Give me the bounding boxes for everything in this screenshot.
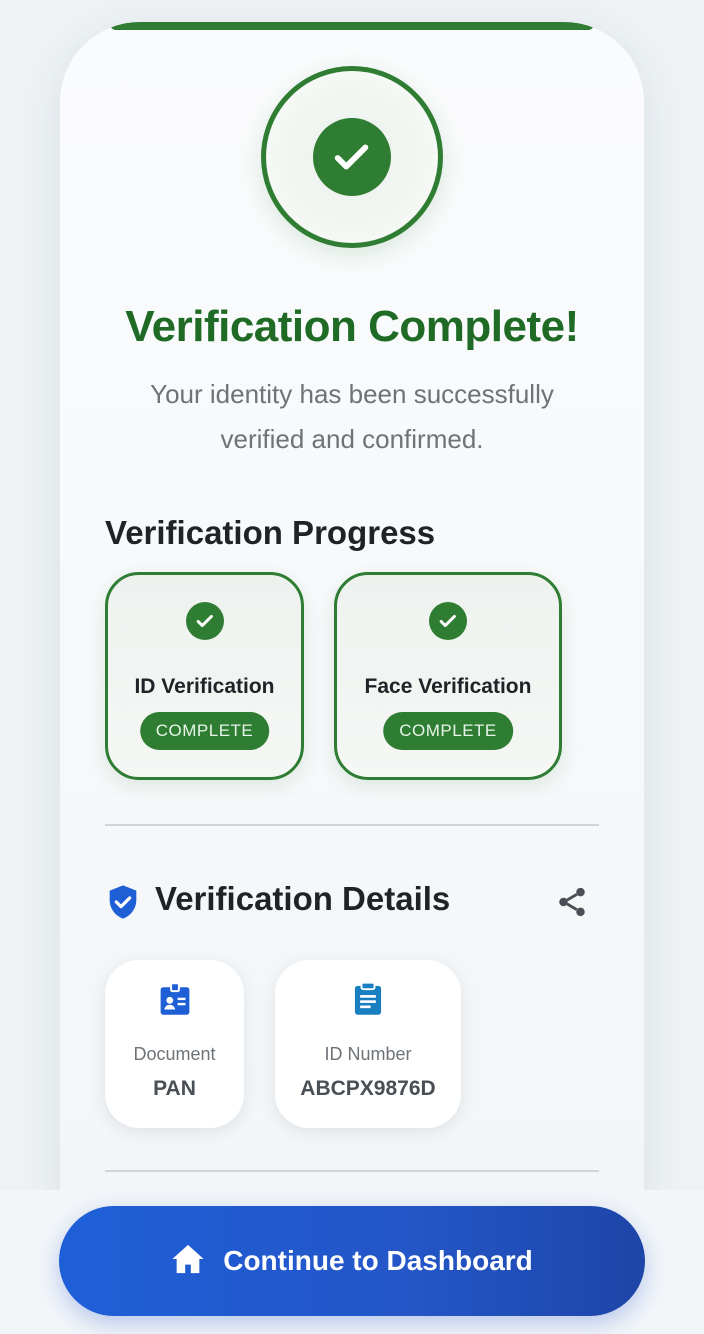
home-icon	[171, 1243, 205, 1280]
detail-label: ID Number	[324, 1044, 412, 1064]
screen: Verification Complete! Your identity has…	[0, 0, 704, 1334]
check-circle-icon	[313, 118, 391, 196]
id-badge-icon	[159, 982, 191, 1021]
verification-card: Verification Complete! Your identity has…	[60, 22, 644, 1202]
clipboard-icon	[353, 981, 383, 1021]
check-circle-icon	[185, 602, 224, 640]
step-label: ID Verification	[134, 675, 275, 698]
progress-section-title: Verification Progress	[105, 514, 436, 551]
card-accent-bar	[110, 22, 594, 30]
detail-card-document[interactable]: Document PAN	[105, 960, 244, 1128]
page-title: Verification Complete!	[125, 302, 579, 351]
step-card-face-verification[interactable]: Face Verification COMPLETE	[334, 572, 562, 780]
shield-check-icon	[107, 884, 139, 925]
step-label: Face Verification	[364, 675, 532, 698]
details-section-title: Verification Details	[155, 880, 451, 917]
section-divider	[105, 824, 599, 826]
check-circle-icon	[429, 602, 467, 640]
detail-card-id-number[interactable]: ID Number ABCPX9876D	[275, 960, 461, 1128]
section-divider	[105, 1170, 599, 1172]
step-card-id-verification[interactable]: ID Verification COMPLETE	[105, 572, 304, 780]
detail-value: PAN	[153, 1077, 196, 1100]
share-icon[interactable]	[555, 885, 589, 924]
detail-value: ABCPX9876D	[300, 1077, 436, 1100]
success-badge	[261, 66, 443, 248]
page-subtitle: Your identity has been successfully veri…	[150, 379, 554, 454]
button-label: Continue to Dashboard	[223, 1245, 533, 1276]
continue-to-dashboard-button[interactable]: Continue to Dashboard	[59, 1206, 645, 1316]
status-badge: COMPLETE	[139, 712, 270, 750]
detail-label: Document	[133, 1044, 216, 1064]
status-badge: COMPLETE	[383, 712, 513, 750]
